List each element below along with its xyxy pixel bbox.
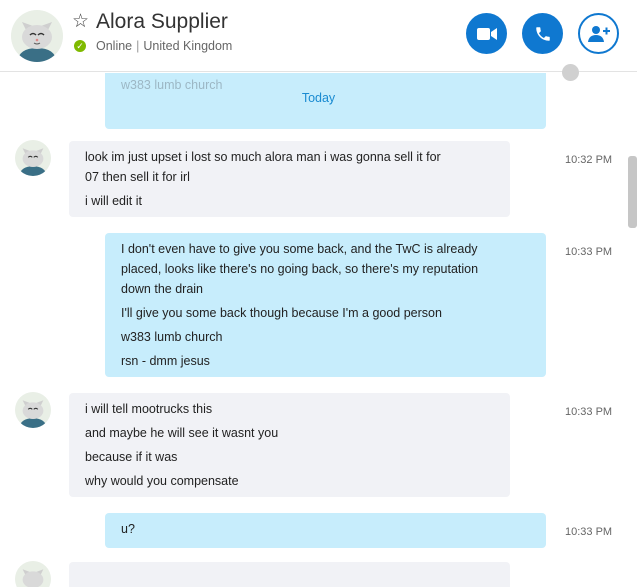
message-line: placed, looks like there's no going back… [121, 262, 479, 276]
message-timestamp: 10:33 PM [565, 526, 613, 538]
message-line: i will edit it [85, 194, 142, 208]
status-line: Online | United Kingdom [96, 38, 232, 54]
favorite-star-icon[interactable]: ☆ [72, 10, 89, 34]
conversation-header: ☆ Alora Supplier ✓ Online | United Kingdom [0, 0, 637, 72]
add-people-button[interactable] [578, 13, 619, 54]
message-line: because if it was [85, 450, 178, 464]
phone-icon [535, 26, 550, 41]
chat-history[interactable]: w383 lumb church Today look im just upse… [0, 73, 637, 587]
incoming-message-bubble[interactable] [69, 562, 510, 587]
message-line: 07 then sell it for irl [85, 170, 190, 184]
add-person-icon [587, 25, 610, 42]
globe-icon [562, 64, 579, 81]
message-line: I'll give you some back though because I… [121, 306, 442, 320]
incoming-message-bubble[interactable]: i will tell mootrucks this and maybe he … [69, 393, 510, 497]
audio-call-button[interactable] [522, 13, 563, 54]
message-line: I don't even have to give you some back,… [121, 242, 478, 256]
message-line: look im just upset i lost so much alora … [85, 150, 441, 164]
message-line: down the drain [121, 282, 204, 296]
status-separator: | [136, 39, 140, 53]
message-timestamp: 10:33 PM [565, 406, 613, 418]
contact-avatar-small[interactable] [15, 140, 51, 176]
message-line: w383 lumb church [121, 330, 223, 344]
contact-avatar-small[interactable] [15, 392, 51, 428]
message-line: rsn - dmm jesus [121, 354, 210, 368]
location-text: United Kingdom [143, 39, 233, 53]
video-call-button[interactable] [466, 13, 507, 54]
contact-name: Alora Supplier [96, 10, 228, 33]
message-line: and maybe he will see it wasnt you [85, 426, 279, 440]
message-line: why would you compensate [85, 474, 239, 488]
message-timestamp: 10:33 PM [565, 246, 613, 258]
contact-avatar[interactable] [11, 10, 63, 62]
message-line: u? [121, 522, 135, 536]
status-text: Online [96, 39, 133, 53]
date-divider: Today [301, 91, 336, 105]
outgoing-message-bubble[interactable]: u? [105, 513, 546, 548]
video-camera-icon [476, 27, 497, 40]
message-line: i will tell mootrucks this [85, 402, 213, 416]
chat-scrollbar[interactable] [628, 156, 637, 228]
outgoing-message-bubble[interactable]: I don't even have to give you some back,… [105, 233, 546, 377]
message-timestamp: 10:32 PM [565, 154, 613, 166]
online-status-icon: ✓ [74, 40, 86, 52]
contact-avatar-small[interactable] [15, 561, 51, 587]
incoming-message-bubble[interactable]: look im just upset i lost so much alora … [69, 141, 510, 217]
